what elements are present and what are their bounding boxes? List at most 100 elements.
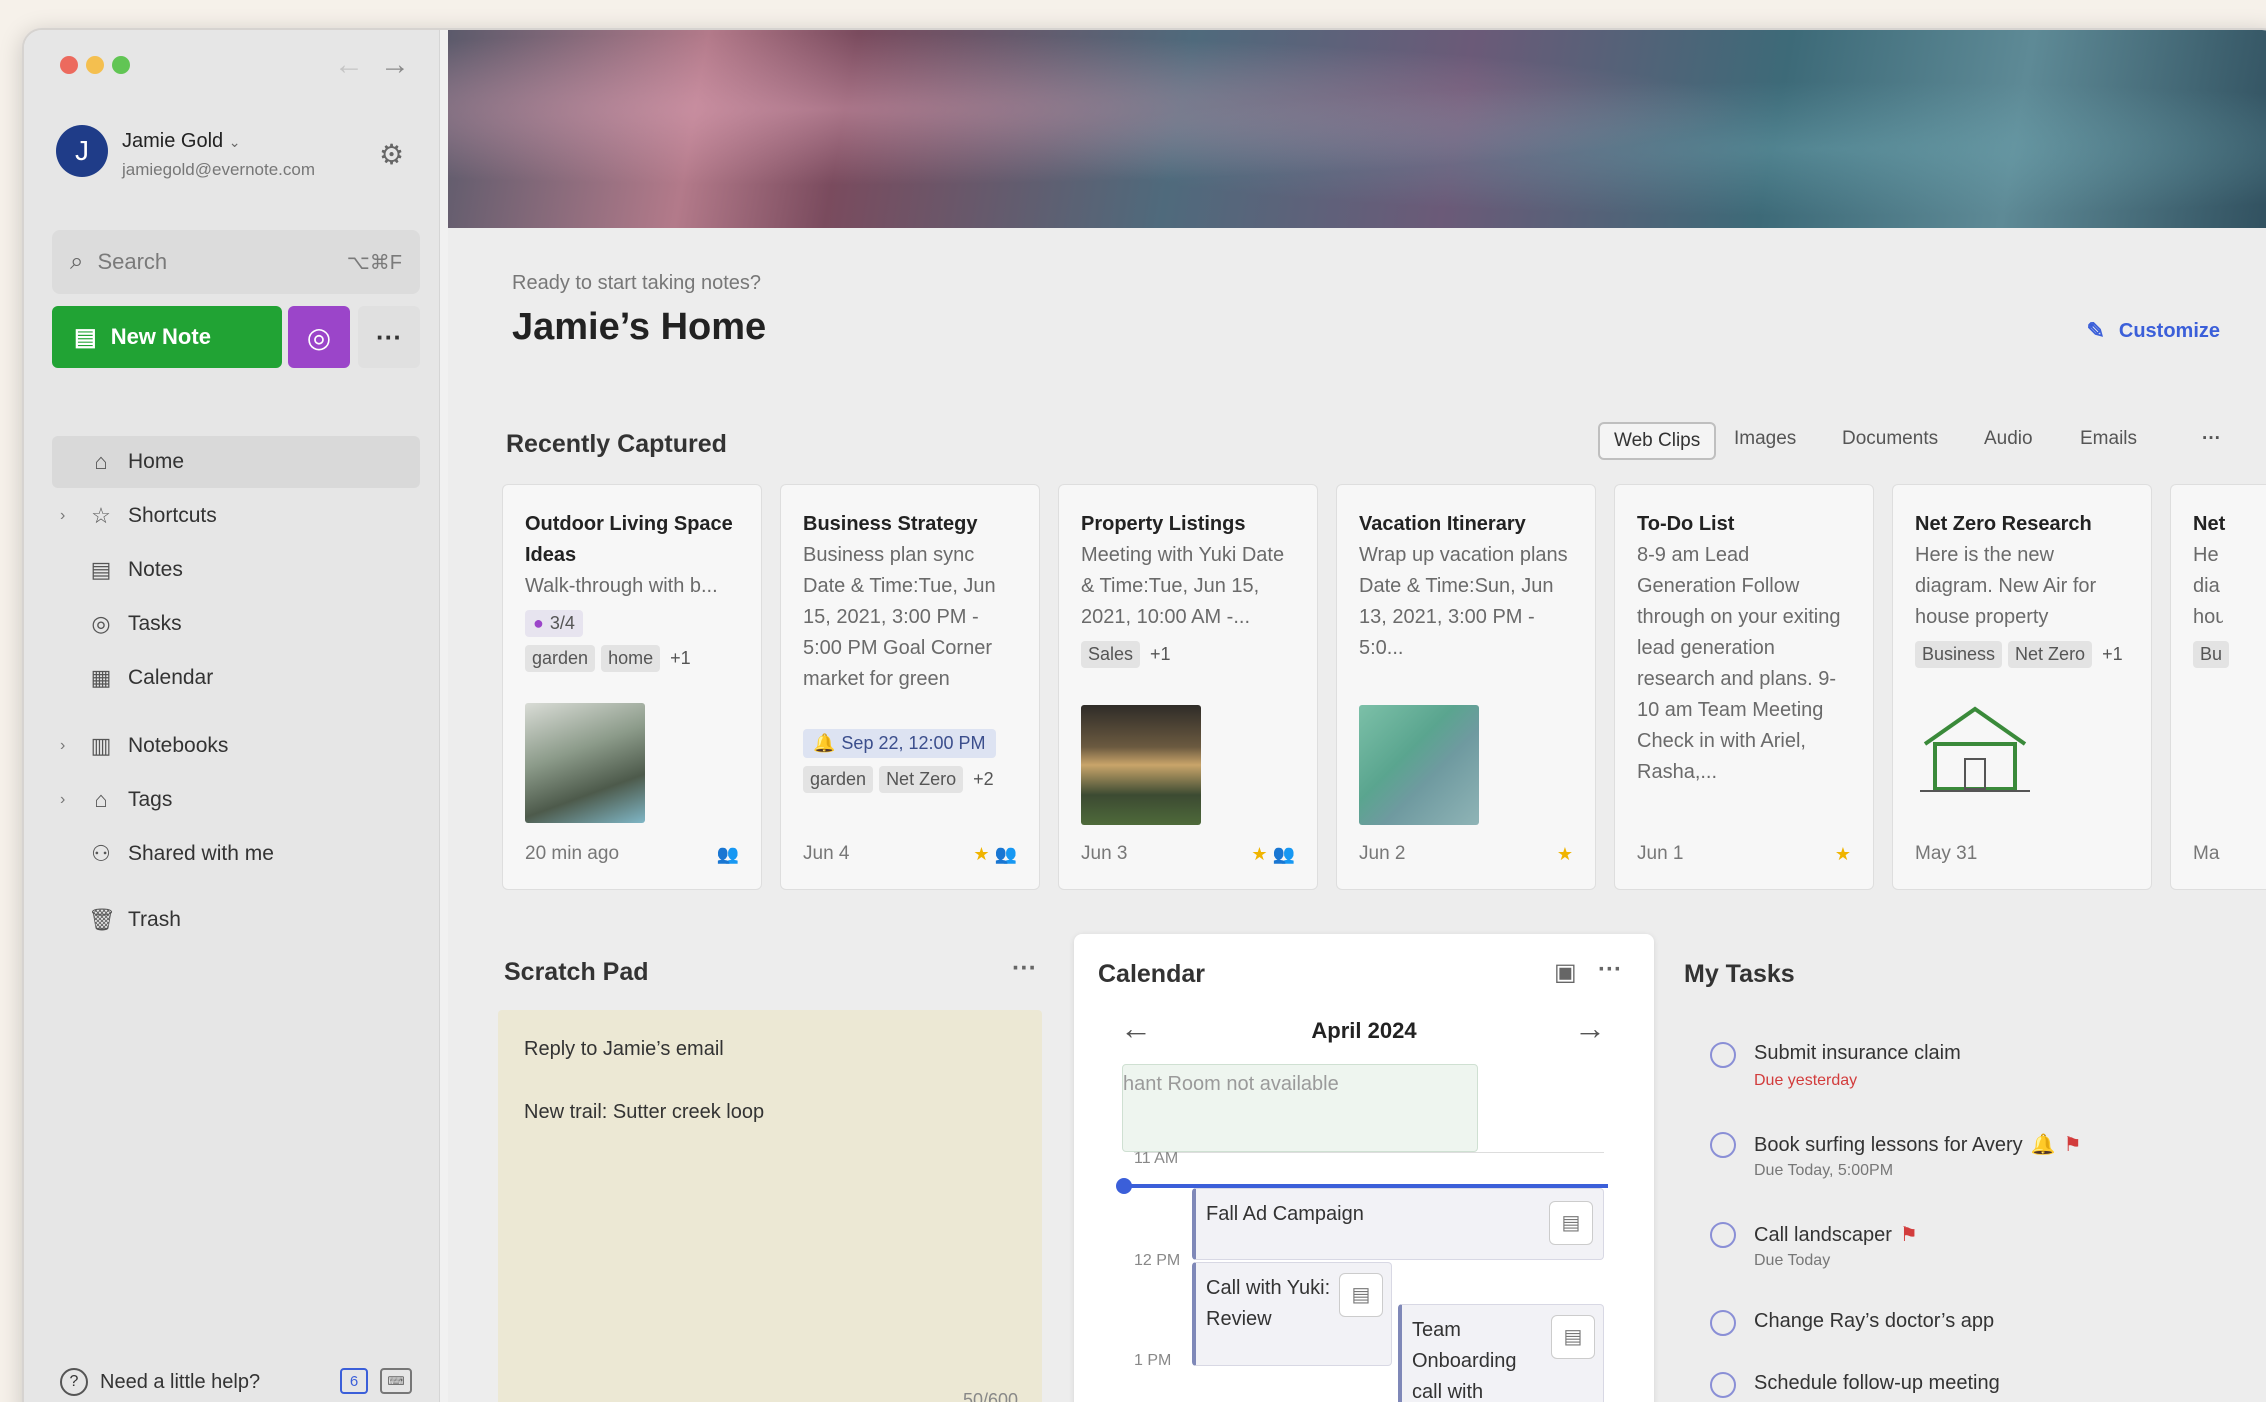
- new-note-label: New Note: [110, 324, 211, 349]
- back-arrow-icon[interactable]: ←: [334, 48, 364, 82]
- tag[interactable]: Business: [1915, 641, 2003, 668]
- sidebar-item-notebooks[interactable]: › ▥ Notebooks: [52, 720, 420, 772]
- calendar-add-icon[interactable]: ▣: [1554, 958, 1577, 987]
- tag-icon: ⌂: [94, 787, 108, 812]
- sidebar-item-shared[interactable]: ⚇ Shared with me: [52, 828, 420, 880]
- filter-web-clips[interactable]: Web Clips: [1598, 422, 1717, 460]
- chevron-right-icon[interactable]: ›: [60, 737, 65, 755]
- event-title: Call with Yuki: Review: [1206, 1277, 1331, 1330]
- scratch-pad-editor[interactable]: Reply to Jamie’s email New trail: Sutter…: [498, 1010, 1042, 1402]
- sidebar-item-shortcuts[interactable]: › ☆ Shortcuts: [52, 490, 420, 542]
- customize-button[interactable]: ✎ Customize: [2086, 318, 2220, 344]
- note-card[interactable]: Outdoor Living Space Ideas Walk-through …: [502, 484, 762, 890]
- minimize-window-button[interactable]: [86, 56, 104, 74]
- note-card[interactable]: Property Listings Meeting with Yuki Date…: [1058, 484, 1318, 890]
- task-checkbox[interactable]: [1710, 1132, 1736, 1158]
- recent-more-icon[interactable]: ···: [2188, 422, 2235, 456]
- search-icon: ⌕: [70, 248, 84, 275]
- chevron-right-icon[interactable]: ›: [60, 507, 65, 525]
- note-card[interactable]: Net He dia hou Bu Ma: [2170, 484, 2266, 890]
- tag[interactable]: Net Zero: [879, 766, 964, 793]
- sidebar-item-label: Tasks: [128, 612, 182, 635]
- maximize-window-button[interactable]: [112, 56, 130, 74]
- sidebar-item-tasks[interactable]: ◎ Tasks: [52, 598, 420, 650]
- task-checkbox[interactable]: [1710, 1310, 1736, 1336]
- close-window-button[interactable]: [60, 56, 78, 74]
- task-label-row: Call landscaper ⚑: [1754, 1222, 1918, 1247]
- task-due: Due yesterday: [1754, 1072, 1858, 1089]
- time-label: 11 AM: [1134, 1150, 1179, 1167]
- more-tags[interactable]: +1: [666, 645, 695, 672]
- chevron-right-icon[interactable]: ›: [60, 791, 65, 809]
- task-checkbox[interactable]: [1710, 1042, 1736, 1068]
- trash-icon: 🗑: [88, 907, 116, 932]
- note-add-icon[interactable]: ▤: [1549, 1201, 1593, 1245]
- help-link[interactable]: ? Need a little help?: [60, 1368, 260, 1396]
- people-icon: ⚇: [91, 841, 111, 866]
- filter-emails[interactable]: Emails: [2066, 422, 2151, 456]
- tag[interactable]: garden: [803, 766, 874, 793]
- next-month-arrow-icon[interactable]: →: [1574, 1010, 1606, 1047]
- tag[interactable]: Sales: [1081, 641, 1141, 668]
- bell-icon: 🔔: [2030, 1134, 2056, 1156]
- new-note-button[interactable]: ▤ New Note: [52, 306, 282, 368]
- filter-audio[interactable]: Audio: [1970, 422, 2047, 456]
- card-snippet: He dia hou: [2193, 544, 2223, 628]
- calendar-event-faded[interactable]: hant Room not available: [1122, 1064, 1478, 1152]
- card-thumbnail: [1915, 699, 2035, 799]
- filter-images[interactable]: Images: [1720, 422, 1810, 456]
- notification-badge[interactable]: 6: [340, 1368, 368, 1394]
- star-icon: ☆: [91, 503, 111, 528]
- calendar-more-icon[interactable]: ···: [1598, 956, 1622, 984]
- note-link-icon[interactable]: ▤: [1551, 1315, 1595, 1359]
- filter-documents[interactable]: Documents: [1828, 422, 1952, 456]
- tag[interactable]: home: [601, 645, 661, 672]
- note-card[interactable]: Net Zero Research Here is the new diagra…: [1892, 484, 2152, 890]
- more-tags[interactable]: +2: [969, 766, 998, 793]
- task-label: Change Ray’s doctor’s app: [1754, 1310, 1995, 1332]
- new-task-button[interactable]: ◎: [288, 306, 350, 368]
- card-thumbnail: [525, 703, 645, 823]
- gear-icon[interactable]: ⚙: [379, 138, 404, 171]
- more-tags[interactable]: +1: [1146, 641, 1175, 668]
- task-checkbox[interactable]: [1710, 1222, 1736, 1248]
- note-card[interactable]: Business Strategy Business plan sync Dat…: [780, 484, 1040, 890]
- account-name[interactable]: Jamie Gold ⌄: [122, 130, 240, 153]
- more-tags[interactable]: +1: [2098, 641, 2127, 668]
- forward-arrow-icon[interactable]: →: [380, 48, 410, 82]
- tag-list: Sales +1: [1081, 641, 1295, 668]
- card-title: Net Zero Research: [1915, 513, 2092, 535]
- event-title: hant Room not available: [1123, 1073, 1339, 1095]
- sidebar-item-calendar[interactable]: ▦ Calendar: [52, 652, 420, 704]
- card-date: May 31: [1915, 843, 1978, 864]
- hour-line: [1134, 1152, 1604, 1153]
- note-link-icon[interactable]: ▤: [1339, 1273, 1383, 1317]
- card-snippet: 8-9 am Lead Generation Follow through on…: [1637, 544, 1841, 783]
- avatar[interactable]: J: [56, 125, 108, 177]
- scratch-more-icon[interactable]: ···: [1012, 954, 1037, 983]
- more-options-button[interactable]: ···: [358, 306, 420, 368]
- search-shortcut: ⌥⌘F: [346, 251, 402, 274]
- card-title: Property Listings: [1081, 513, 1246, 535]
- note-card[interactable]: To-Do List 8-9 am Lead Generation Follow…: [1614, 484, 1874, 890]
- keyboard-icon[interactable]: ⌨: [380, 1368, 412, 1394]
- sidebar-item-tags[interactable]: › ⌂ Tags: [52, 774, 420, 826]
- sidebar-item-trash[interactable]: 🗑 Trash: [52, 894, 420, 946]
- calendar-event-call-yuki[interactable]: Call with Yuki: Review ▤: [1192, 1262, 1392, 1366]
- customize-label: Customize: [2118, 319, 2220, 342]
- card-date: Jun 1: [1637, 843, 1684, 864]
- task-checkbox[interactable]: [1710, 1372, 1736, 1398]
- sidebar-item-home[interactable]: ⌂ Home: [52, 436, 420, 488]
- tag[interactable]: garden: [525, 645, 596, 672]
- star-icon: ★: [1251, 844, 1268, 864]
- calendar-event-fall-ad[interactable]: Fall Ad Campaign ▤: [1192, 1188, 1604, 1260]
- card-date: Ma: [2193, 843, 2220, 864]
- check-circle-icon: ●: [533, 613, 544, 633]
- tag[interactable]: Net Zero: [2008, 641, 2093, 668]
- note-card[interactable]: Vacation Itinerary Wrap up vacation plan…: [1336, 484, 1596, 890]
- sidebar-item-notes[interactable]: ▤ Notes: [52, 544, 420, 596]
- tag[interactable]: Bu: [2193, 641, 2230, 668]
- bell-icon: 🔔: [813, 733, 836, 753]
- calendar-event-team-onboarding[interactable]: Team Onboarding call with ▤: [1398, 1304, 1604, 1402]
- search-input[interactable]: ⌕ Search ⌥⌘F: [52, 230, 420, 294]
